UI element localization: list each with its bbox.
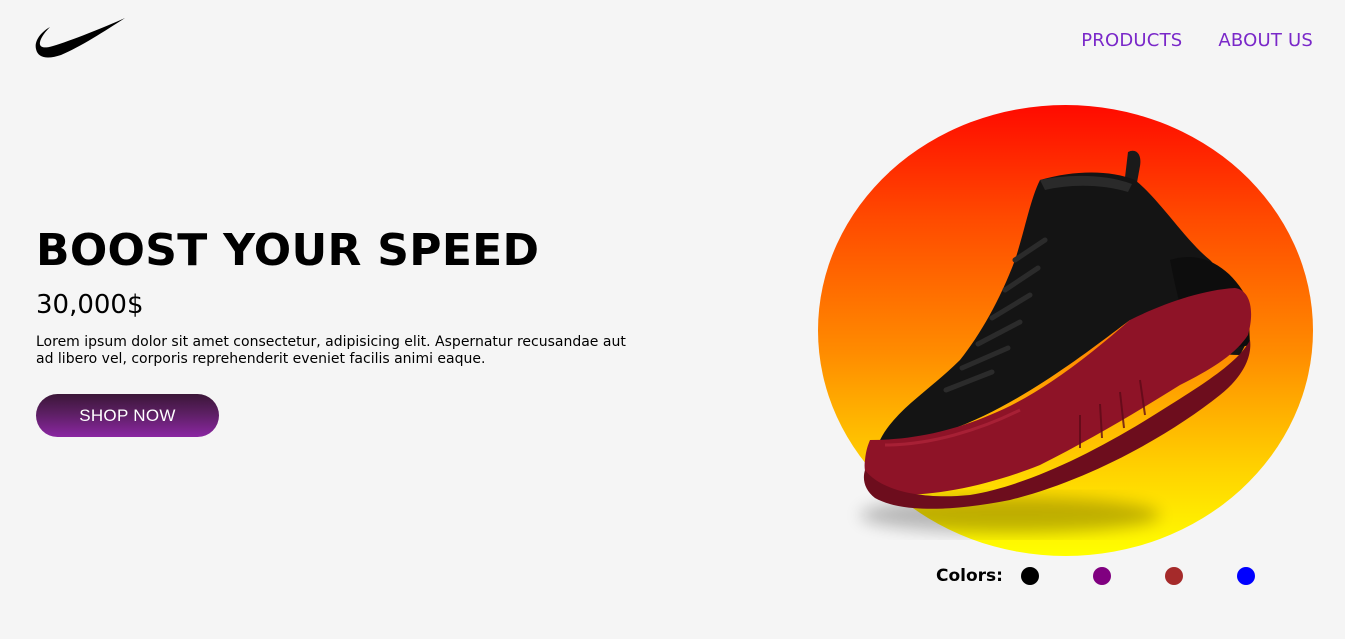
color-swatch-purple[interactable] [1092,567,1111,585]
color-swatch-black[interactable] [1020,567,1039,585]
page-title: BOOST YOUR SPEED [36,225,540,276]
nav-link-products[interactable]: PRODUCTS [1081,30,1182,51]
product-description: Lorem ipsum dolor sit amet consectetur, … [36,334,626,367]
color-swatch-brown[interactable] [1164,567,1183,585]
nav-link-about-us[interactable]: ABOUT US [1218,30,1313,51]
site-header: PRODUCTS ABOUT US [0,0,1345,90]
hero-text: BOOST YOUR SPEED 30,000$ Lorem ipsum dol… [36,222,656,437]
color-picker: Colors: [936,566,1255,586]
shop-now-button[interactable]: SHOP NOW [36,394,219,437]
colors-label: Colors: [936,566,1003,586]
product-price: 30,000$ [36,290,144,320]
main-nav: PRODUCTS ABOUT US [1081,30,1313,51]
color-swatch-blue[interactable] [1236,567,1255,585]
nike-swoosh-logo[interactable] [35,17,127,63]
sneaker-image [860,150,1252,533]
